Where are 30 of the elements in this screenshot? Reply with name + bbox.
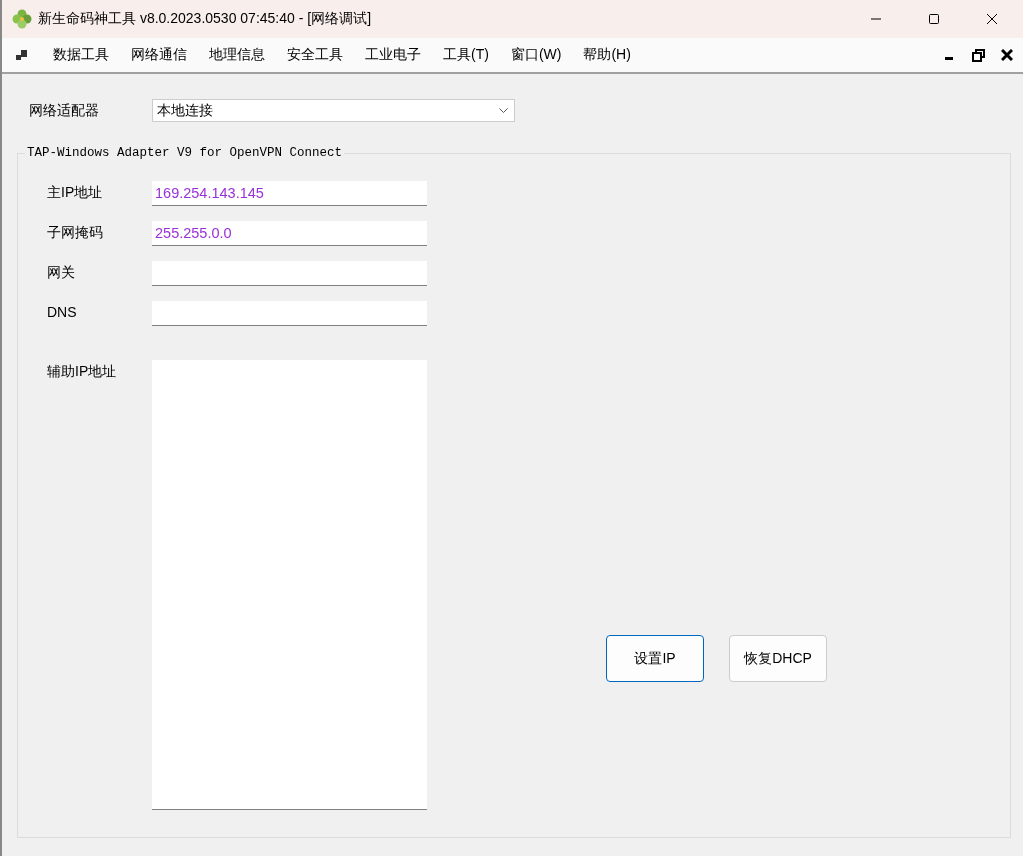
- field-label: 网关: [47, 263, 76, 282]
- group-title: TAP-Windows Adapter V9 for OpenVPN Connect: [25, 146, 345, 161]
- action-button[interactable]: 恢复DHCP: [729, 635, 827, 682]
- field-label: 辅助IP地址: [47, 362, 118, 381]
- adapter-label: 网络适配器: [29, 101, 100, 120]
- window-menu-icon[interactable]: [16, 49, 28, 61]
- restore-button[interactable]: [972, 48, 985, 62]
- menu-item[interactable]: 窗口(W): [499, 42, 573, 68]
- maximize-button[interactable]: [928, 13, 940, 25]
- menu-item[interactable]: 地理信息: [198, 42, 276, 68]
- adapter-dropdown[interactable]: 本地连接: [152, 99, 515, 122]
- menu-item[interactable]: 安全工具: [276, 42, 354, 68]
- menu-item[interactable]: 网络通信: [120, 42, 198, 68]
- menu-item[interactable]: 数据工具: [42, 42, 120, 68]
- input-field[interactable]: [152, 261, 427, 286]
- input-field[interactable]: [152, 301, 427, 326]
- chevron-down-icon: [499, 107, 508, 114]
- menu-item[interactable]: 工具(T): [432, 42, 500, 68]
- field-label: 主IP地址: [47, 183, 104, 202]
- input-field[interactable]: 255.255.0.0: [152, 221, 427, 246]
- menu-item[interactable]: 帮助(H): [572, 42, 642, 68]
- close-button[interactable]: [986, 13, 998, 25]
- field-label: 子网掩码: [47, 223, 104, 242]
- input-field[interactable]: 169.254.143.145: [152, 181, 427, 206]
- menu-item[interactable]: 工业电子: [354, 42, 432, 68]
- clover-icon: [12, 9, 32, 29]
- action-button[interactable]: 设置IP: [606, 635, 704, 682]
- field-label: DNS: [47, 303, 78, 320]
- window-title: 新生命码神工具 v8.0.2023.0530 07:45:40 - [网络调试]: [38, 10, 373, 28]
- close-button[interactable]: [1001, 49, 1013, 61]
